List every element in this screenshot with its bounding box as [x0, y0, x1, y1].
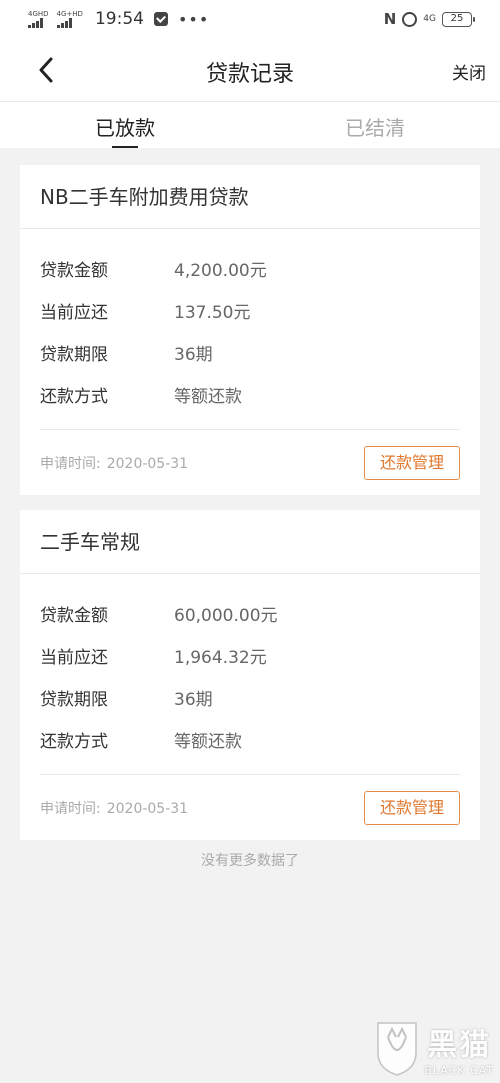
battery-icon: 25	[442, 11, 475, 27]
tab-disbursed[interactable]: 已放款	[0, 102, 250, 148]
loan-card-footer: 申请时间: 2020-05-31 还款管理	[40, 429, 460, 495]
nav-bar: 贷款记录 关闭	[0, 38, 500, 102]
loan-amount-row: 贷款金额 4,200.00元	[40, 247, 460, 289]
row-value: 137.50元	[174, 302, 251, 323]
watermark-en-text: BLACK CAT	[424, 1063, 494, 1077]
repayment-management-button[interactable]: 还款管理	[364, 790, 460, 825]
row-label: 当前应还	[40, 302, 108, 323]
row-value: 1,964.32元	[174, 647, 267, 668]
page-title: 贷款记录	[205, 62, 294, 87]
row-label: 还款方式	[40, 731, 108, 752]
message-notification-icon	[153, 12, 168, 26]
loan-term-row: 贷款期限 36期	[40, 331, 460, 373]
alarm-icon	[402, 11, 418, 27]
tab-label: 已放款	[95, 116, 155, 140]
repayment-management-button[interactable]: 还款管理	[364, 445, 460, 480]
apply-time: 申请时间: 2020-05-31	[40, 798, 188, 818]
sim1-network-label: 4GHD	[28, 10, 49, 18]
network-type-label: 4G	[423, 14, 436, 24]
repayment-method-row: 还款方式 等额还款	[40, 373, 460, 415]
tab-bar: 已放款 已结清	[0, 102, 500, 148]
close-button[interactable]: 关闭	[452, 59, 486, 84]
status-time: 19:54	[94, 9, 144, 29]
current-due-row: 当前应还 137.50元	[40, 289, 460, 331]
watermark-cn-text: 黑猫	[427, 1027, 492, 1063]
more-notifications-icon: •••	[177, 9, 210, 29]
loan-card: NB二手车附加费用贷款 贷款金额 4,200.00元 当前应还 137.50元 …	[20, 165, 480, 495]
apply-time-label: 申请时间:	[40, 800, 101, 817]
loan-title: 二手车常规	[20, 510, 480, 574]
loan-card-footer: 申请时间: 2020-05-31 还款管理	[40, 774, 460, 840]
row-label: 还款方式	[40, 386, 108, 407]
row-value: 36期	[174, 689, 213, 710]
loan-title: NB二手车附加费用贷款	[20, 165, 480, 229]
no-more-data-text: 没有更多数据了	[201, 853, 299, 869]
current-due-row: 当前应还 1,964.32元	[40, 634, 460, 676]
active-tab-indicator	[112, 146, 138, 148]
loan-amount-row: 贷款金额 60,000.00元	[40, 592, 460, 634]
row-value: 等额还款	[174, 386, 242, 407]
signal-sim1-icon: 4GHD	[28, 10, 49, 28]
signal-sim2-icon: 4G+HD	[56, 10, 83, 28]
sim2-network-label: 4G+HD	[56, 10, 83, 18]
tab-label: 已结清	[345, 116, 405, 140]
row-label: 贷款期限	[40, 689, 108, 710]
status-bar: 4GHD 4G+HD 19:54 ••• N 4G 25	[0, 0, 500, 38]
loan-term-row: 贷款期限 36期	[40, 676, 460, 718]
row-label: 当前应还	[40, 647, 108, 668]
repayment-method-row: 还款方式 等额还款	[40, 718, 460, 760]
apply-time: 申请时间: 2020-05-31	[40, 453, 188, 473]
loan-card: 二手车常规 贷款金额 60,000.00元 当前应还 1,964.32元 贷款期…	[20, 510, 480, 840]
loan-details: 贷款金额 60,000.00元 当前应还 1,964.32元 贷款期限 36期 …	[20, 574, 480, 760]
apply-date: 2020-05-31	[106, 800, 189, 817]
loan-details: 贷款金额 4,200.00元 当前应还 137.50元 贷款期限 36期 还款方…	[20, 229, 480, 415]
apply-time-label: 申请时间:	[40, 455, 101, 472]
cat-shield-logo-icon	[377, 1022, 418, 1076]
row-value: 4,200.00元	[174, 260, 267, 281]
row-value: 等额还款	[174, 731, 242, 752]
black-cat-watermark: 黑猫 BLACK CAT	[374, 1019, 494, 1077]
row-value: 36期	[174, 344, 213, 365]
row-label: 贷款金额	[40, 260, 108, 281]
apply-date: 2020-05-31	[106, 455, 189, 472]
row-value: 60,000.00元	[174, 605, 278, 626]
nfc-icon: N	[383, 10, 397, 28]
tab-settled[interactable]: 已结清	[250, 102, 500, 148]
row-label: 贷款金额	[40, 605, 108, 626]
row-label: 贷款期限	[40, 344, 108, 365]
